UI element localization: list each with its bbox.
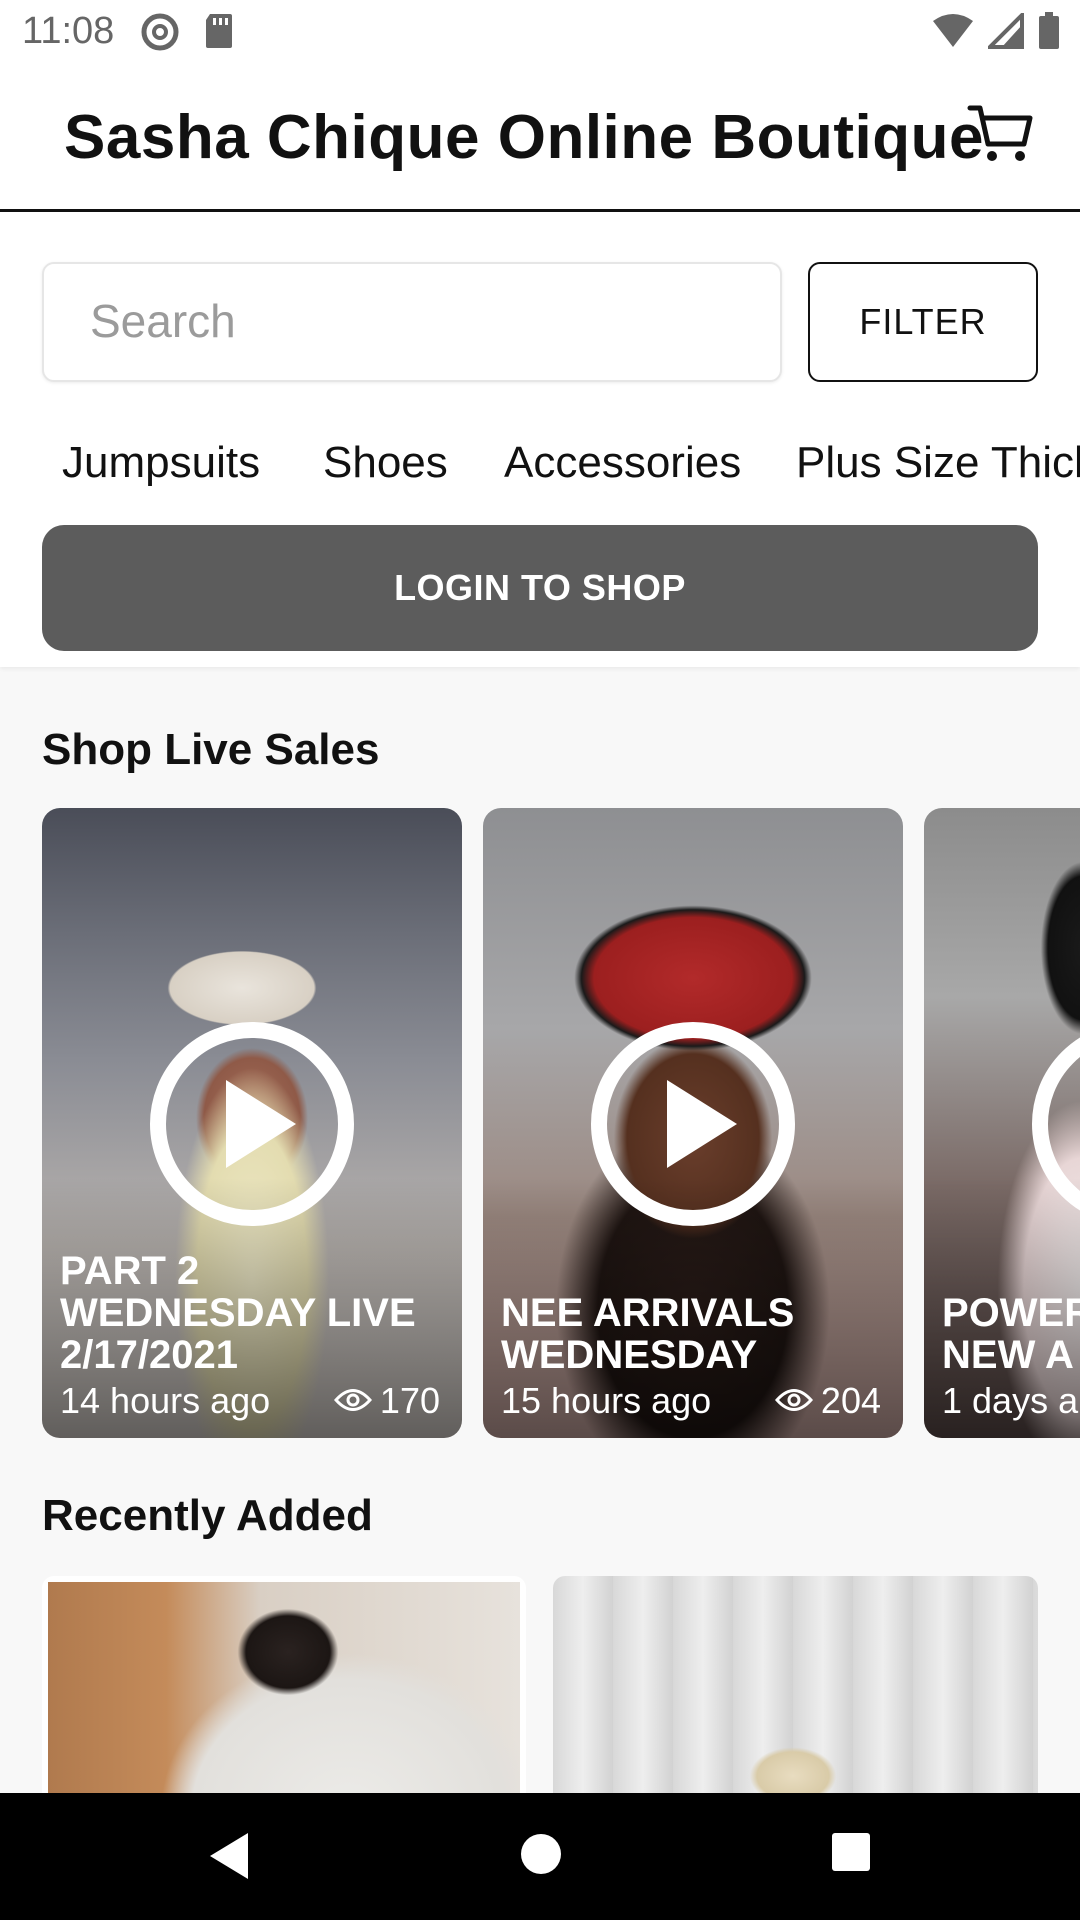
view-count: 204 (820, 1380, 881, 1421)
search-box[interactable] (42, 262, 782, 382)
category-tabs: Jumpsuits Shoes Accessories Plus Size Th… (0, 422, 1080, 502)
live-sale-card[interactable]: PART 2 WEDNESDAY LIVE 2/17/2021 14 hours… (42, 808, 462, 1438)
system-navigation-bar (0, 1793, 1080, 1920)
product-card[interactable] (553, 1576, 1038, 1796)
live-sale-title: PART 2 WEDNESDAY LIVE 2/17/2021 (60, 1249, 416, 1377)
product-card[interactable] (42, 1576, 526, 1796)
product-image (48, 1582, 520, 1796)
at-sign-icon (140, 12, 180, 57)
home-icon[interactable] (518, 1831, 564, 1882)
live-sale-views: 204 (774, 1380, 881, 1422)
live-sale-time: 14 hours ago (60, 1380, 271, 1421)
battery-icon (1038, 12, 1060, 55)
live-sale-title: POWER NEW A (942, 1291, 1080, 1377)
live-sale-time: 1 days a (942, 1380, 1079, 1421)
eye-icon (774, 1380, 813, 1422)
status-bar: 11:08 (0, 0, 1080, 64)
play-icon[interactable] (1028, 1018, 1080, 1235)
live-sale-views: 170 (333, 1380, 440, 1422)
live-sale-card[interactable]: NEE ARRIVALS WEDNESDAY 15 hours ago 204 (483, 808, 903, 1438)
view-count: 170 (379, 1380, 440, 1421)
signal-icon (985, 10, 1024, 54)
live-sale-time: 15 hours ago (501, 1380, 712, 1421)
category-accessories[interactable]: Accessories (504, 438, 741, 488)
sd-card-icon (204, 12, 234, 55)
recents-icon[interactable] (830, 1831, 872, 1878)
eye-icon (333, 1380, 372, 1422)
page-title: Sasha Chique Online Boutique (64, 103, 984, 172)
top-panel: FILTER Jumpsuits Shoes Accessories Plus … (0, 212, 1080, 667)
recently-added-heading: Recently Added (42, 1491, 373, 1540)
login-to-shop-button[interactable]: LOGIN TO SHOP (42, 525, 1038, 651)
category-shoes[interactable]: Shoes (323, 438, 448, 488)
app-header: Sasha Chique Online Boutique (0, 64, 1080, 212)
live-sales-heading: Shop Live Sales (42, 725, 380, 774)
live-sale-card[interactable]: POWER NEW A 1 days a (924, 808, 1080, 1438)
cart-icon[interactable] (966, 102, 1036, 171)
product-image (553, 1576, 1038, 1796)
live-sale-title: NEE ARRIVALS WEDNESDAY (501, 1291, 795, 1377)
status-time: 11:08 (22, 10, 115, 52)
wifi-icon (932, 13, 974, 54)
play-icon[interactable] (146, 1018, 358, 1235)
category-plus-size[interactable]: Plus Size Thick- (796, 438, 1080, 488)
back-icon[interactable] (204, 1829, 254, 1888)
live-sales-carousel[interactable]: PART 2 WEDNESDAY LIVE 2/17/2021 14 hours… (0, 808, 1080, 1440)
category-jumpsuits[interactable]: Jumpsuits (62, 438, 260, 488)
filter-button[interactable]: FILTER (808, 262, 1038, 382)
search-input[interactable] (90, 294, 730, 348)
play-icon[interactable] (587, 1018, 799, 1235)
